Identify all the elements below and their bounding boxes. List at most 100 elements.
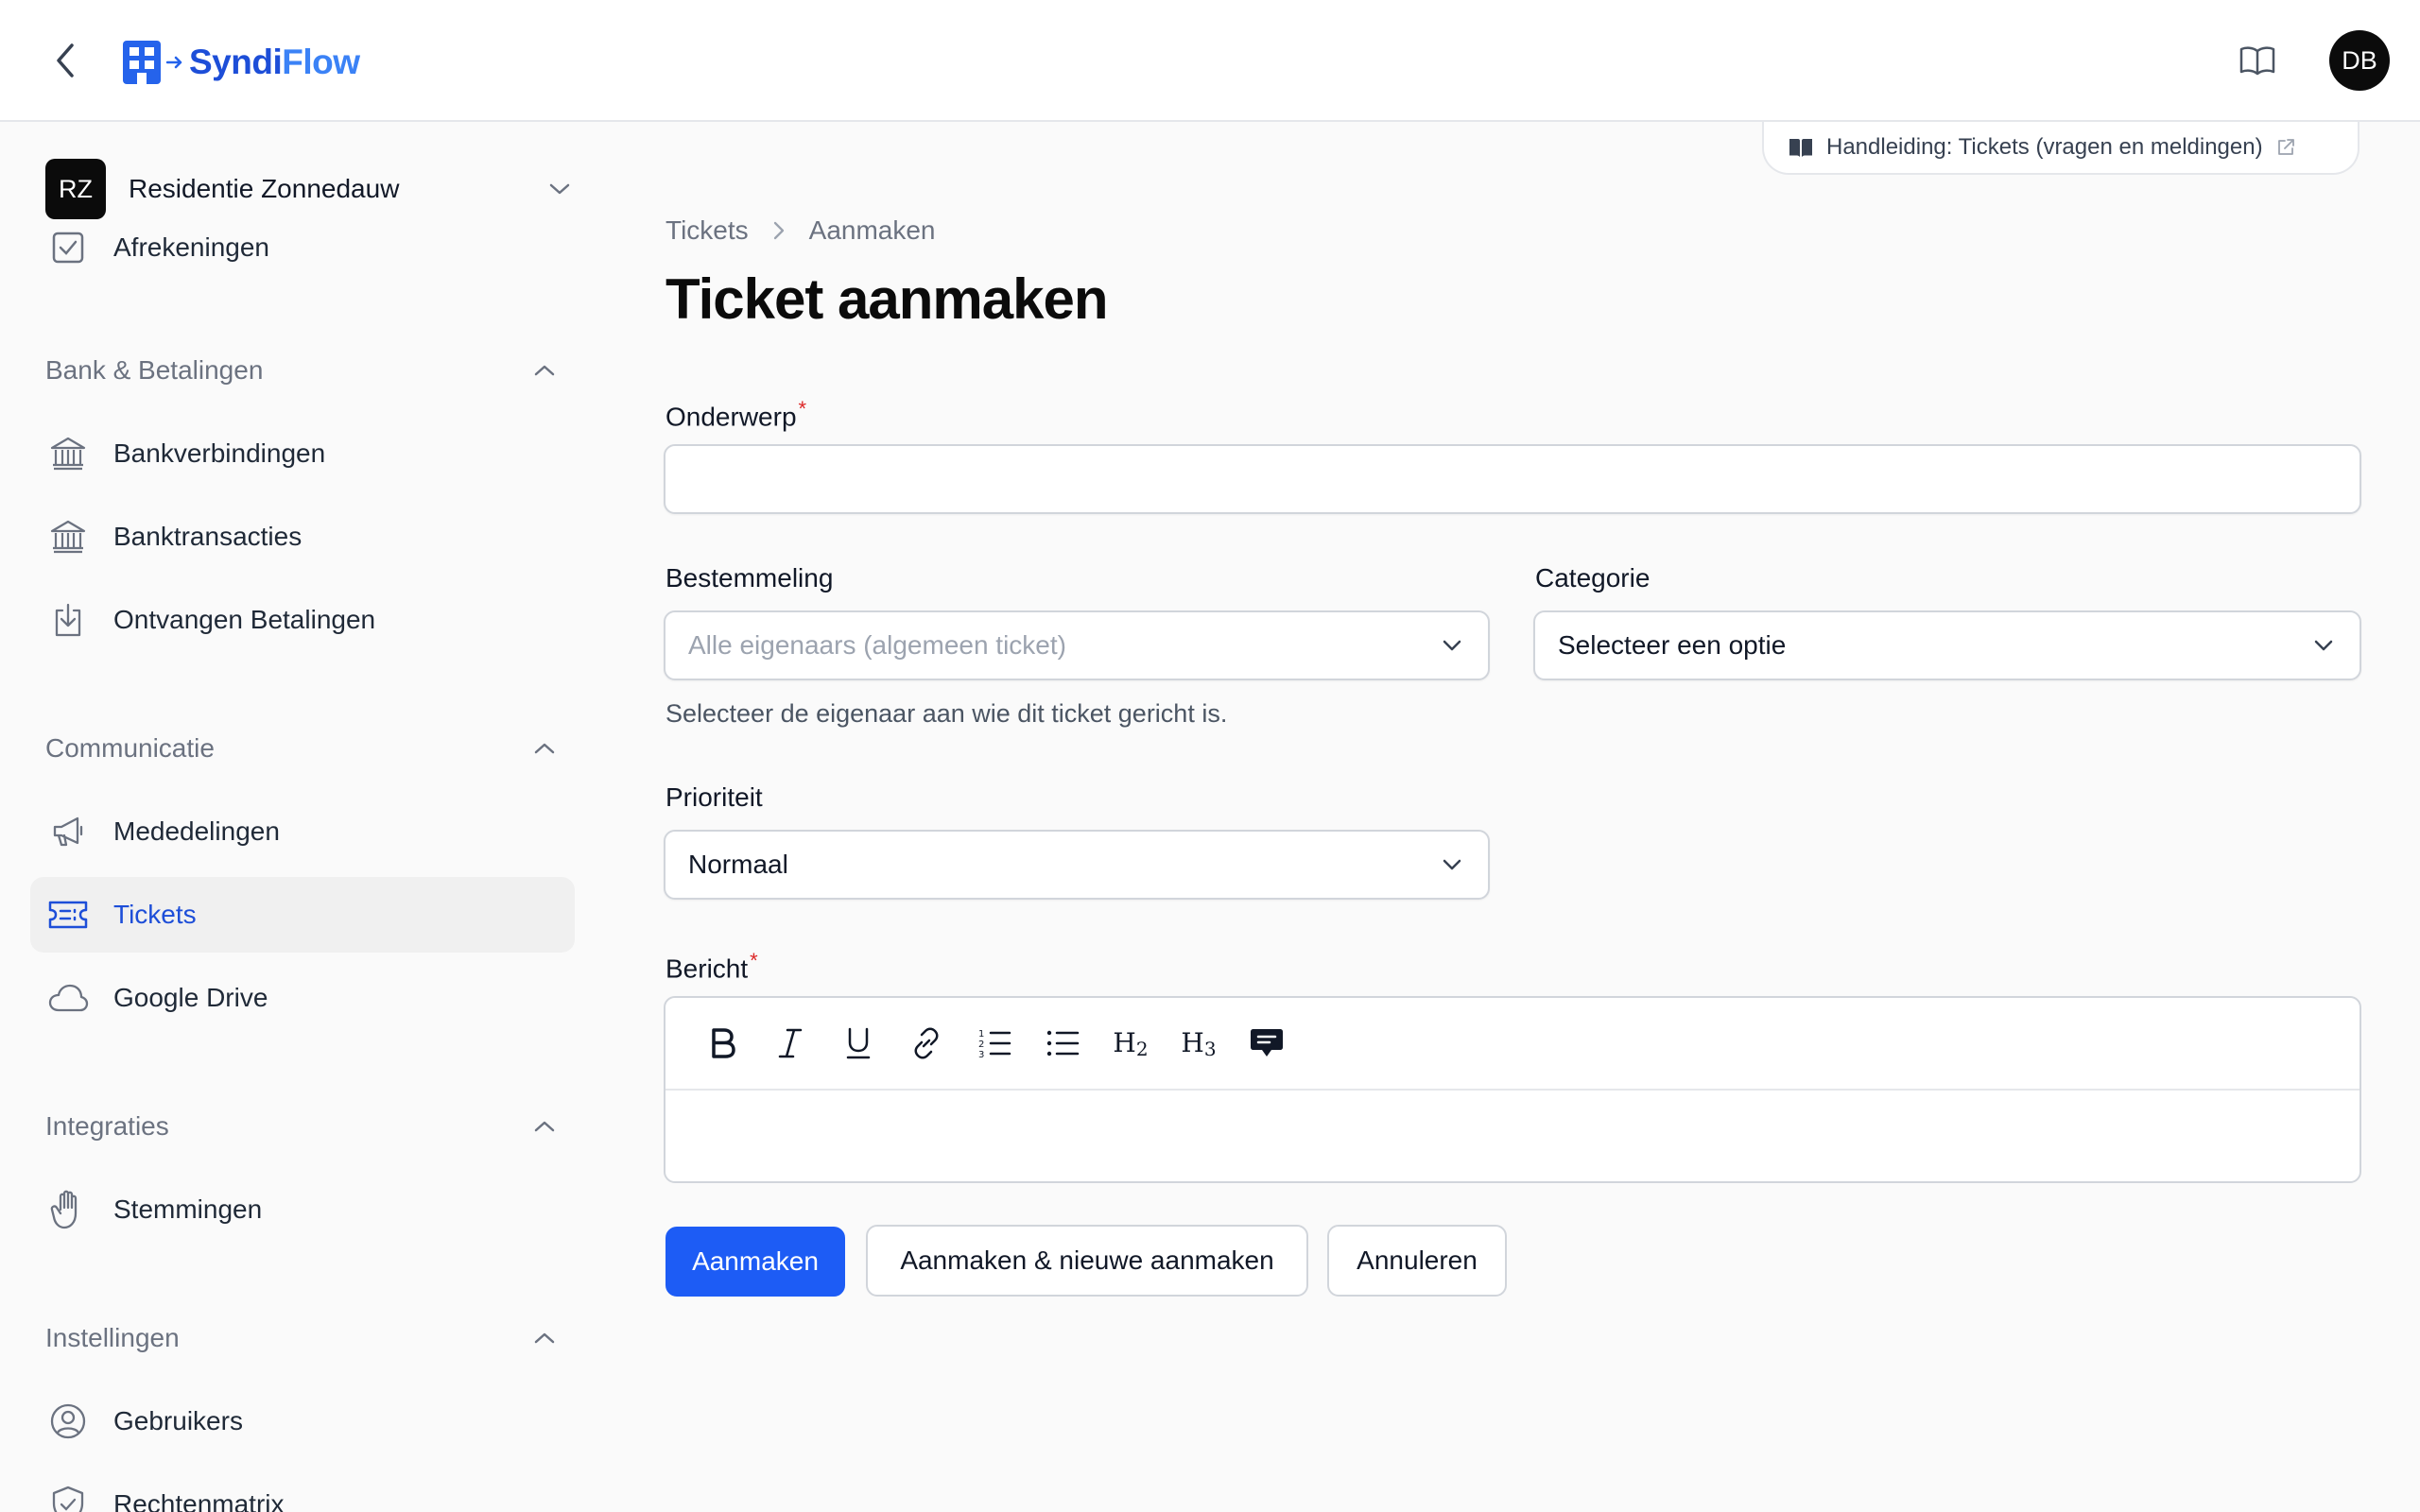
chevron-up-icon — [529, 1111, 560, 1142]
chat-bubble-icon — [1251, 1029, 1283, 1057]
message-label: Bericht* — [666, 949, 758, 984]
required-marker: * — [750, 949, 758, 972]
create-button[interactable]: Aanmaken — [666, 1227, 845, 1297]
chevron-right-icon — [749, 219, 809, 242]
sidebar-item-mededelingen[interactable]: Mededelingen — [30, 794, 575, 869]
tenant-name: Residentie Zonnedauw — [129, 174, 400, 203]
documentation-button[interactable] — [2238, 42, 2276, 79]
megaphone-icon — [45, 809, 91, 854]
sidebar-item-label: Bankverbindingen — [113, 438, 326, 468]
category-select[interactable]: Selecteer een optie — [1533, 610, 2361, 680]
ordered-list-button[interactable]: 123 — [972, 1021, 1017, 1066]
svg-text:2: 2 — [978, 1040, 984, 1050]
breadcrumb-tickets[interactable]: Tickets — [666, 215, 749, 246]
chevron-down-icon — [1437, 630, 1467, 661]
group-bank-betalingen[interactable]: Bank & Betalingen — [45, 352, 560, 389]
sidebar-item-label: Banktransacties — [113, 522, 302, 551]
building-logo-icon — [123, 41, 161, 84]
chevron-down-icon — [544, 174, 575, 204]
shield-check-icon — [45, 1482, 91, 1512]
priority-label: Prioriteit — [666, 782, 763, 812]
category-label: Categorie — [1535, 563, 1651, 593]
cancel-button[interactable]: Annuleren — [1327, 1225, 1507, 1297]
sidebar-item-tickets[interactable]: Tickets — [30, 877, 575, 953]
group-label: Bank & Betalingen — [45, 355, 264, 385]
sidebar-item-label: Tickets — [113, 900, 197, 929]
recipient-label: Bestemmeling — [666, 563, 834, 593]
guide-link[interactable]: Handleiding: Tickets (vragen en meldinge… — [1762, 122, 2360, 175]
link-icon — [914, 1027, 939, 1059]
ticket-icon — [45, 892, 91, 937]
italic-icon — [778, 1028, 803, 1058]
sidebar-item-label: Afrekeningen — [113, 232, 270, 262]
blockquote-button[interactable] — [1244, 1021, 1289, 1066]
required-marker: * — [798, 397, 807, 421]
editor-content[interactable] — [666, 1091, 2360, 1181]
group-label: Instellingen — [45, 1323, 180, 1352]
chevron-up-icon — [529, 355, 560, 386]
chevron-up-icon — [529, 733, 560, 764]
italic-button[interactable] — [768, 1021, 813, 1066]
heading-3-button[interactable]: H3 — [1176, 1021, 1221, 1066]
heading-2-button[interactable]: H2 — [1108, 1021, 1153, 1066]
download-tray-icon — [45, 597, 91, 643]
checkbox-icon — [45, 225, 91, 270]
sidebar-item-rechtenmatrix[interactable]: Rechtenmatrix — [30, 1467, 575, 1512]
breadcrumb-current: Aanmaken — [808, 215, 936, 245]
chevron-down-icon — [1437, 850, 1467, 880]
app-name: SyndiFlow — [189, 43, 360, 81]
tenant-badge: RZ — [45, 159, 106, 219]
back-button[interactable] — [47, 42, 85, 79]
sidebar-item-google-drive[interactable]: Google Drive — [30, 960, 575, 1036]
create-another-button[interactable]: Aanmaken & nieuwe aanmaken — [866, 1225, 1308, 1297]
app-logo[interactable]: SyndiFlow — [123, 40, 360, 85]
guide-link-label: Handleiding: Tickets (vragen en meldinge… — [1826, 134, 2263, 160]
book-open-icon — [2239, 46, 2275, 76]
underline-button[interactable] — [836, 1021, 881, 1066]
bold-button[interactable] — [700, 1021, 745, 1066]
arrow-right-icon — [166, 56, 182, 69]
group-instellingen[interactable]: Instellingen — [45, 1319, 560, 1357]
priority-select[interactable]: Normaal — [664, 830, 1490, 900]
message-editor: 123 H2 H3 — [664, 996, 2361, 1183]
tenant-switcher[interactable]: RZ Residentie Zonnedauw — [45, 159, 575, 219]
svg-text:3: 3 — [978, 1050, 984, 1059]
group-integraties[interactable]: Integraties — [45, 1108, 560, 1145]
group-communicatie[interactable]: Communicatie — [45, 730, 560, 767]
chevron-up-icon — [529, 1323, 560, 1353]
chevron-down-icon — [2308, 630, 2339, 661]
recipient-placeholder: Alle eigenaars (algemeen ticket) — [688, 630, 1066, 660]
group-label: Communicatie — [45, 733, 215, 763]
sidebar-item-label: Gebruikers — [113, 1406, 243, 1435]
underline-icon — [846, 1027, 871, 1059]
sidebar-item-bankverbindingen[interactable]: Bankverbindingen — [30, 416, 575, 491]
subject-input[interactable] — [664, 444, 2361, 514]
heading-2-icon: H2 — [1113, 1026, 1149, 1060]
bullet-list-icon — [1046, 1030, 1080, 1057]
sidebar-item-gebruikers[interactable]: Gebruikers — [30, 1383, 575, 1459]
bullet-list-button[interactable] — [1040, 1021, 1085, 1066]
cloud-icon — [45, 975, 91, 1021]
bank-icon — [45, 431, 91, 476]
recipient-select[interactable]: Alle eigenaars (algemeen ticket) — [664, 610, 1490, 680]
bank-icon — [45, 514, 91, 559]
top-bar: SyndiFlow DB — [0, 0, 2420, 122]
external-link-icon — [2277, 139, 2294, 155]
subject-label: Onderwerp* — [666, 397, 807, 432]
sidebar-item-afrekeningen[interactable]: Afrekeningen — [30, 210, 575, 285]
book-icon — [1789, 139, 1812, 157]
sidebar-item-label: Stemmingen — [113, 1194, 263, 1224]
sidebar: Afrekeningen RZ Residentie Zonnedauw Ban… — [0, 124, 605, 1512]
chevron-left-icon — [57, 43, 74, 77]
sidebar-item-ontvangen-betalingen[interactable]: Ontvangen Betalingen — [30, 582, 575, 658]
priority-value: Normaal — [688, 850, 788, 879]
sidebar-item-label: Rechtenmatrix — [113, 1489, 285, 1512]
user-avatar[interactable]: DB — [2329, 30, 2390, 91]
sidebar-item-label: Mededelingen — [113, 816, 280, 846]
heading-3-icon: H3 — [1181, 1026, 1217, 1060]
link-button[interactable] — [904, 1021, 949, 1066]
sidebar-item-stemmingen[interactable]: Stemmingen — [30, 1172, 575, 1247]
sidebar-item-banktransacties[interactable]: Banktransacties — [30, 499, 575, 575]
page-title: Ticket aanmaken — [666, 267, 1108, 331]
svg-text:1: 1 — [978, 1029, 984, 1040]
